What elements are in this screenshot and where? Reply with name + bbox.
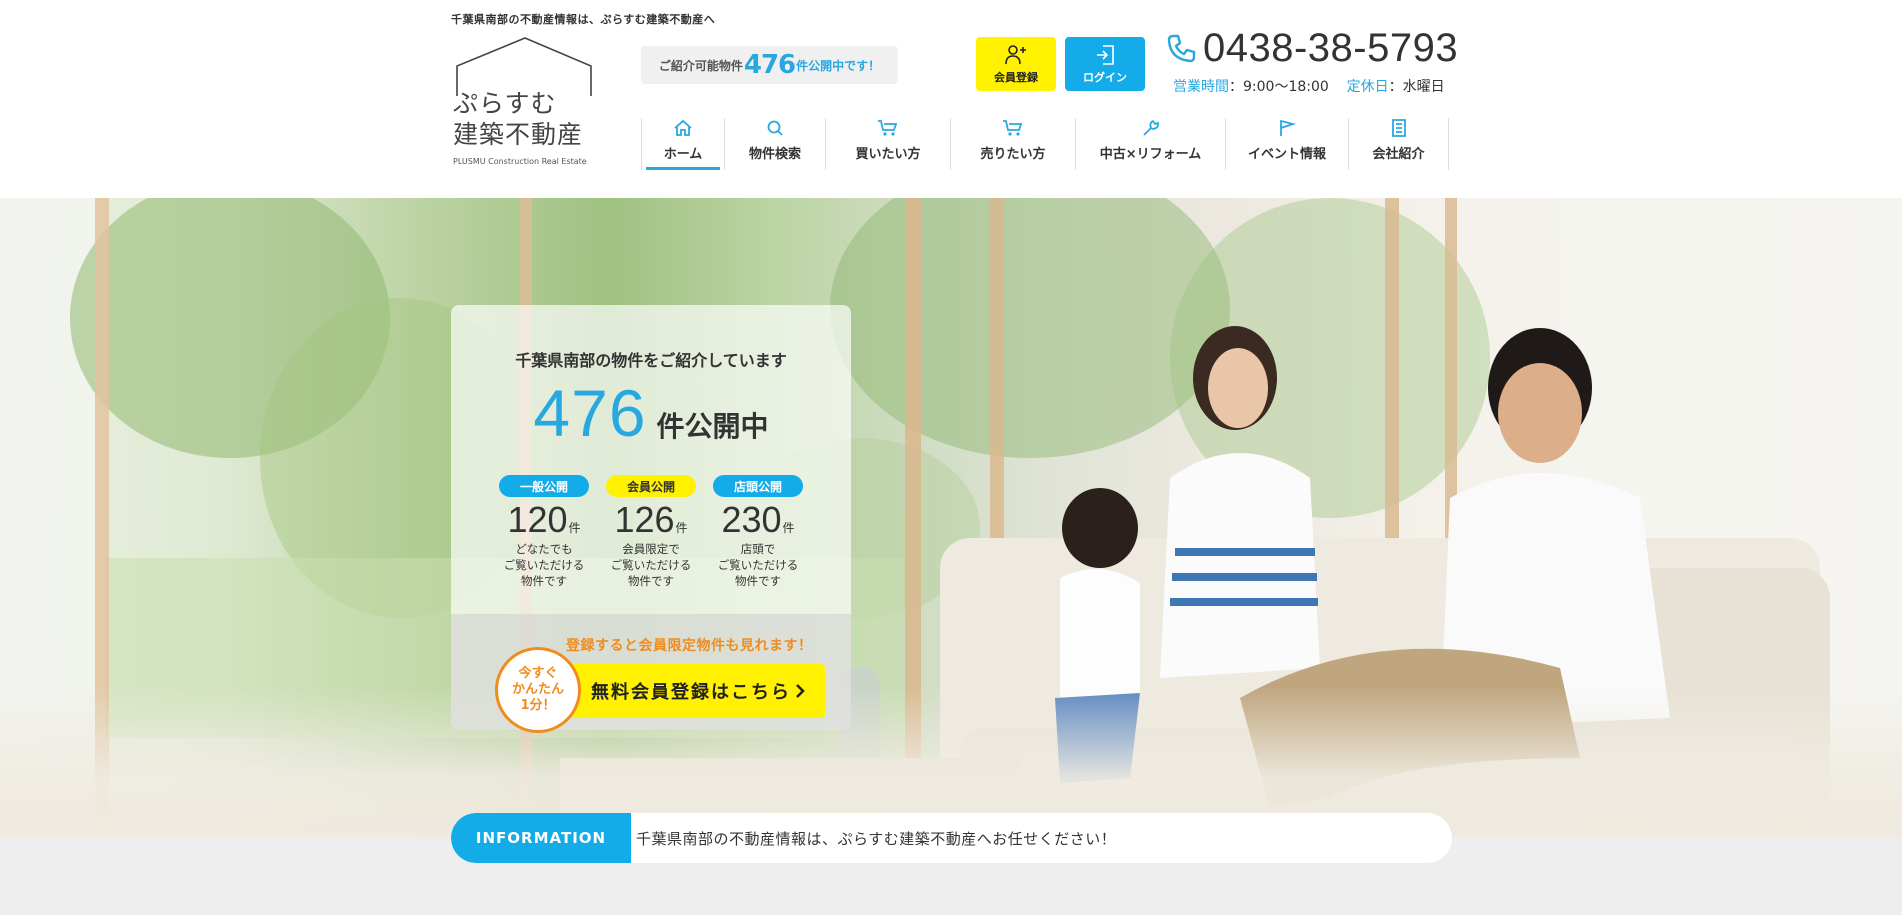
signup-promo-text: 登録すると会員限定物件も見れます！ [566,638,813,654]
chevron-right-icon [796,684,805,698]
nav-label: イベント情報 [1247,147,1326,162]
total-count: 476 件公開中 [451,375,851,451]
logo-wordmark: ぷらすむ 建築不動産 [453,88,583,150]
stat-unit: 件 [568,521,581,535]
count-suffix: 件公開中です！ [796,58,881,73]
wrench-icon [1142,120,1159,136]
home-icon [674,119,692,136]
stats-headline: 千葉県南部の物件をご紹介しています [515,351,787,370]
nav-label: 会社紹介 [1372,147,1425,162]
count-prefix: ご紹介可能物件 [658,58,743,73]
header-tagline: 千葉県南部の不動産情報は、ぷらすむ建築不動産へ [451,13,716,26]
stat-number: 120 [507,499,568,540]
closed-day-label: 定休日 [1346,79,1389,95]
login-icon [1097,44,1114,65]
register-label: 会員登録 [994,70,1038,84]
stat-breakdown: 一般公開 120 件 どなたでも ご覧いただける 物件です 会員公開 126 件 会… [496,475,806,589]
property-count-pill: ご紹介可能物件 476 件公開中です！ [641,46,898,84]
total-count-unit: 件公開中 [656,410,769,443]
quick-signup-badge: 今すぐ かんたん 1分！ [495,647,581,733]
site-logo[interactable]: ぷらすむ 建築不動産 PLUSMU Construction Real Esta… [451,36,606,171]
phone-icon [1167,34,1196,62]
member-signup-area: 登録すると会員限定物件も見れます！ 無料会員登録はこちら 今すぐ かんたん 1分… [451,614,851,733]
nav-label: 物件検索 [748,147,801,162]
stat-value: 120 件 [507,499,580,541]
nav-home[interactable]: ホーム [641,118,725,170]
free-signup-button[interactable]: 無料会員登録はこちら [565,664,825,718]
login-button[interactable]: ログイン [1065,37,1145,91]
stat-number: 126 [614,499,675,540]
phone-number[interactable]: 0438-38-5793 [1165,26,1458,71]
nav-search[interactable]: 物件検索 [725,118,826,170]
stat-number: 230 [721,499,782,540]
cart-icon [1003,120,1023,136]
stat-member: 会員公開 126 件 会員限定で ご覧いただける 物件です [603,475,699,589]
nav-buy[interactable]: 買いたい方 [826,118,951,170]
hours-value: ：9:00〜18:00 [1229,79,1329,95]
nav-label: 中古×リフォーム [1099,147,1202,162]
user-plus-icon [1005,44,1026,64]
stat-unit: 件 [782,521,795,535]
stat-value: 230 件 [721,499,794,541]
site-header: 千葉県南部の不動産情報は、ぷらすむ建築不動産へ ぷらすむ 建築不動産 PLUSM… [0,0,1902,198]
stat-badge: 店頭公開 [713,475,803,497]
information-text[interactable]: 千葉県南部の不動産情報は、ぷらすむ建築不動産へお任せください！ [636,828,1116,849]
stat-badge: 一般公開 [499,475,589,497]
signup-cta-label: 無料会員登録はこちら [591,682,791,703]
property-stats-card: 千葉県南部の物件をご紹介しています 476 件公開中 一般公開 120 件 どなた… [451,305,851,733]
stat-value: 126 件 [614,499,687,541]
nav-label: 売りたい方 [980,147,1046,162]
information-bar: INFORMATION 千葉県南部の不動産情報は、ぷらすむ建築不動産へお任せくだ… [451,813,1452,863]
main-nav: ホーム 物件検索 買いたい方 売りたい方 中古×リフォーム イベント情報 会社紹… [641,118,1449,170]
nav-sell[interactable]: 売りたい方 [951,118,1076,170]
nav-label: ホーム [663,147,703,162]
nav-renovation[interactable]: 中古×リフォーム [1076,118,1226,170]
closed-day-value: ：水曜日 [1388,79,1445,95]
count-number: 476 [743,50,796,80]
business-hours: 営業時間：9:00〜18:00 定休日：水曜日 [1173,76,1445,96]
hours-label: 営業時間 [1173,79,1229,95]
hero-banner [0,198,1902,837]
information-label: INFORMATION [451,813,631,863]
login-label: ログイン [1083,70,1127,84]
flag-icon [1280,119,1296,136]
stat-store: 店頭公開 230 件 店頭で ご覧いただける 物件です [710,475,806,589]
stat-unit: 件 [675,521,688,535]
stat-badge: 会員公開 [606,475,696,497]
building-icon [1391,119,1406,137]
register-button[interactable]: 会員登録 [976,37,1056,91]
cart-icon [878,120,898,136]
logo-line-1: ぷらすむ [453,89,557,118]
stat-description: どなたでも ご覧いただける 物件です [503,542,585,588]
nav-events[interactable]: イベント情報 [1226,118,1349,170]
phone-number-text: 0438-38-5793 [1203,26,1459,70]
stat-description: 会員限定で ご覧いただける 物件です [610,542,692,588]
stat-public: 一般公開 120 件 どなたでも ご覧いただける 物件です [496,475,592,589]
total-count-number: 476 [533,376,647,450]
logo-subtitle: PLUSMU Construction Real Estate [453,157,587,166]
stat-description: 店頭で ご覧いただける 物件です [717,542,799,588]
nav-company[interactable]: 会社紹介 [1349,118,1449,170]
search-icon [767,120,783,136]
nav-label: 買いたい方 [855,147,921,162]
logo-line-2: 建築不動産 [453,120,584,149]
